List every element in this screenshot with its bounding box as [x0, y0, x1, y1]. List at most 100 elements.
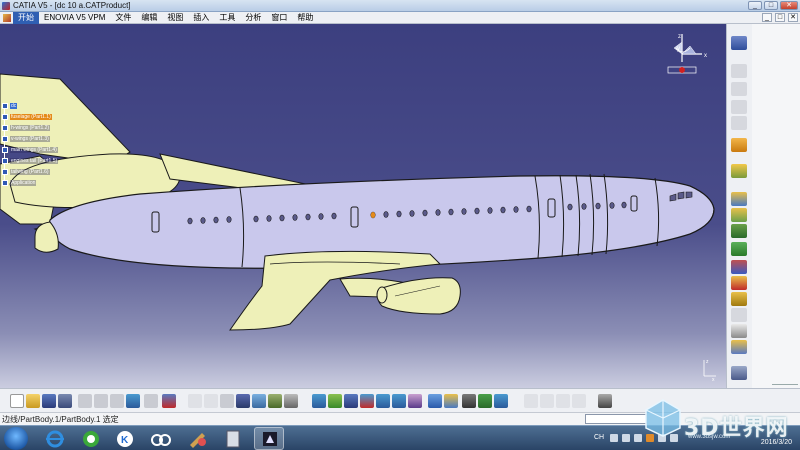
tree-node[interactable]: v-wings (Part1.3) [2, 133, 72, 144]
tree-node[interactable]: engines tail (Part1.5) [2, 155, 72, 166]
undo-icon[interactable] [126, 394, 140, 408]
3d-viewport[interactable]: dc fuselage (Part1.1) h-wings (Part1.2) … [0, 24, 726, 388]
specification-tree[interactable]: dc fuselage (Part1.1) h-wings (Part1.2) … [2, 100, 72, 188]
doc-close-button[interactable]: ✕ [788, 13, 798, 22]
fix-component-icon[interactable] [731, 260, 747, 274]
new-icon[interactable] [10, 394, 24, 408]
menu-analysis[interactable]: 分析 [240, 12, 266, 24]
redo-icon[interactable] [144, 394, 158, 408]
insert-product-icon[interactable] [731, 82, 747, 96]
tree-node[interactable]: main wings (Part1.4) [2, 144, 72, 155]
menu-enovia[interactable]: ENOVIA V5 VPM [39, 12, 110, 24]
taskbar-k-icon[interactable]: K [110, 427, 140, 450]
knowledge-icon[interactable] [220, 394, 234, 408]
swap-space-icon[interactable] [494, 394, 508, 408]
sketch-icon[interactable] [556, 394, 570, 408]
taskbar-360-icon[interactable] [76, 427, 106, 450]
right-gutter [752, 24, 800, 388]
move-component-icon[interactable] [731, 164, 747, 178]
offset-constraint-icon[interactable] [731, 224, 747, 238]
manipulation-icon[interactable] [268, 394, 282, 408]
open-icon[interactable] [26, 394, 40, 408]
fly-mode-icon[interactable] [312, 394, 326, 408]
zoom-in-icon[interactable] [376, 394, 390, 408]
input-language[interactable]: CH [594, 434, 604, 441]
print-icon[interactable] [58, 394, 72, 408]
tree-root[interactable]: dc [2, 100, 72, 111]
airplane-model[interactable] [0, 24, 726, 388]
shading-icon[interactable] [462, 394, 476, 408]
copy-icon[interactable] [94, 394, 108, 408]
tree-expand-icon[interactable] [252, 394, 266, 408]
close-button[interactable]: ✕ [780, 1, 798, 10]
taskbar-paint-icon[interactable] [182, 427, 212, 450]
taskbar-catia-icon[interactable] [254, 427, 284, 450]
snap-grid-icon[interactable] [540, 394, 554, 408]
show-hidden-icon[interactable] [634, 434, 642, 442]
hide-show-icon[interactable] [478, 394, 492, 408]
zoom-out-icon[interactable] [392, 394, 406, 408]
whats-this-icon[interactable] [162, 394, 176, 408]
normal-view-icon[interactable] [408, 394, 422, 408]
menu-start[interactable]: 开始 [13, 11, 39, 24]
menu-view[interactable]: 视图 [162, 12, 188, 24]
volume-icon[interactable] [670, 434, 678, 442]
select-arrow-icon[interactable] [731, 138, 747, 152]
menu-window[interactable]: 窗口 [266, 12, 292, 24]
comment-icon[interactable] [204, 394, 218, 408]
tree-node[interactable]: h-wings (Part1.2) [2, 122, 72, 133]
flexible-subassembly-icon[interactable] [731, 308, 747, 322]
menu-help[interactable]: 帮助 [292, 12, 318, 24]
change-constraint-icon[interactable] [731, 324, 747, 338]
fix-together-icon[interactable] [731, 276, 747, 290]
menu-insert[interactable]: 插入 [188, 12, 214, 24]
iso-view-icon[interactable] [444, 394, 458, 408]
paste-icon[interactable] [110, 394, 124, 408]
taskbar-ie-icon[interactable] [40, 427, 70, 450]
taskbar-calculator-icon[interactable] [218, 427, 248, 450]
command-input[interactable] [585, 414, 647, 424]
snap-icon[interactable] [524, 394, 538, 408]
coincidence-constraint-icon[interactable] [731, 192, 747, 206]
doc-restore-button[interactable]: □ [775, 13, 785, 22]
keyboard-icon[interactable] [610, 434, 618, 442]
menu-edit[interactable]: 编辑 [136, 12, 162, 24]
save-icon[interactable] [42, 394, 56, 408]
measure-icon[interactable] [284, 394, 298, 408]
insert-component-icon[interactable] [731, 64, 747, 78]
clock-date[interactable]: 2016/3/20 [761, 439, 792, 446]
cut-icon[interactable] [78, 394, 92, 408]
grid-icon[interactable] [572, 394, 586, 408]
minimize-button[interactable]: _ [748, 1, 762, 10]
existing-component-icon[interactable] [731, 116, 747, 130]
fit-all-icon[interactable] [328, 394, 342, 408]
tree-node[interactable]: Application [2, 177, 72, 188]
rotate-icon[interactable] [360, 394, 374, 408]
tree-node[interactable]: fuselage (Part1.1) [2, 111, 72, 122]
menu-file[interactable]: 文件 [110, 12, 136, 24]
tree-node[interactable]: tailwing (Part1.6) [2, 166, 72, 177]
formula-icon[interactable] [188, 394, 202, 408]
update-icon[interactable] [731, 366, 747, 380]
network-icon[interactable] [658, 434, 666, 442]
doc-minimize-button[interactable]: _ [762, 13, 772, 22]
start-button[interactable] [4, 427, 28, 450]
angle-constraint-icon[interactable] [731, 242, 747, 256]
product-structure-icon[interactable] [731, 36, 747, 50]
quick-constraint-icon[interactable] [731, 292, 747, 306]
catalog-icon[interactable] [236, 394, 250, 408]
camera-icon[interactable] [598, 394, 612, 408]
help-tray-icon[interactable] [622, 434, 630, 442]
multi-view-icon[interactable] [428, 394, 442, 408]
taskbar-cloud-icon[interactable] [146, 427, 176, 450]
compass-icon[interactable]: z y x [662, 30, 710, 80]
reuse-pattern-icon[interactable] [731, 340, 747, 354]
pan-icon[interactable] [344, 394, 358, 408]
contact-constraint-icon[interactable] [731, 208, 747, 222]
part-icon [2, 124, 8, 131]
maximize-button[interactable]: □ [764, 1, 778, 10]
security-tray-icon[interactable] [646, 434, 654, 442]
menu-tools[interactable]: 工具 [214, 12, 240, 24]
insert-part-icon[interactable] [731, 100, 747, 114]
tree-node-label: v-wings (Part1.3) [10, 135, 50, 142]
